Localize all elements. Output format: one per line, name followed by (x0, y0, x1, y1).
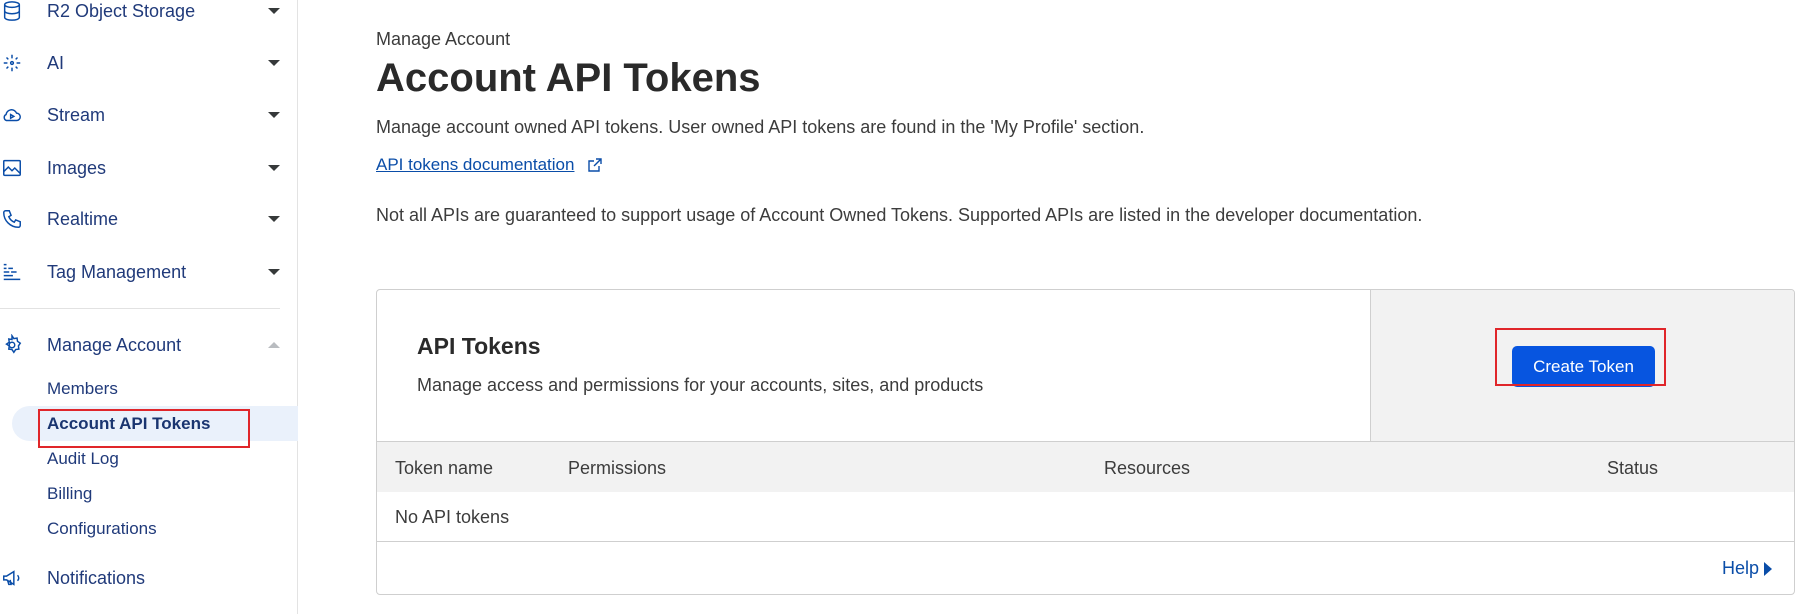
table-header: Token name Permissions Resources Status (377, 442, 1794, 492)
sidebar-item-manage-account[interactable]: Manage Account (0, 325, 297, 365)
database-icon (0, 0, 24, 23)
megaphone-icon (0, 566, 24, 590)
sidebar-subitem-members[interactable]: Members (47, 379, 118, 399)
compatibility-note: Not all APIs are guaranteed to support u… (376, 205, 1423, 225)
api-tokens-card: API Tokens Manage access and permissions… (376, 289, 1795, 595)
tag-list-icon (0, 260, 24, 284)
column-header-permissions: Permissions (568, 458, 667, 478)
caret-right-icon (1764, 561, 1772, 576)
sidebar-item-stream[interactable]: Stream (0, 95, 297, 135)
api-tokens-documentation-link[interactable]: API tokens documentation (376, 155, 574, 175)
sidebar-item-label: Notifications (47, 567, 146, 588)
sidebar-subitem-audit-log[interactable]: Audit Log (47, 449, 119, 469)
card-title: API Tokens (417, 333, 541, 359)
empty-state-text: No API tokens (395, 507, 510, 527)
highlight-box (1495, 328, 1666, 386)
sidebar-item-notifications[interactable]: Notifications (0, 558, 297, 598)
sidebar-item-label: Manage Account (47, 334, 182, 355)
table-row: No API tokens (377, 492, 1794, 542)
sidebar-item-r2-object-storage[interactable]: R2 Object Storage (0, 0, 297, 31)
card-subtitle: Manage access and permissions for your a… (417, 375, 984, 395)
column-header-resources: Resources (1104, 458, 1191, 478)
chevron-down-icon[interactable] (268, 112, 280, 118)
chevron-down-icon[interactable] (268, 269, 280, 275)
sidebar-item-label: AI (47, 52, 65, 73)
sidebar-item-label: Images (47, 157, 107, 178)
chevron-down-icon[interactable] (268, 165, 280, 171)
gear-icon (0, 333, 24, 357)
sidebar: R2 Object Storage AI Stream Images Realt… (0, 0, 298, 614)
help-label: Help (1721, 558, 1759, 578)
page-title: Account API Tokens (376, 56, 761, 100)
sidebar-item-tag-management[interactable]: Tag Management (0, 252, 297, 292)
sidebar-subitem-configurations[interactable]: Configurations (47, 519, 157, 539)
image-icon (0, 156, 24, 180)
sidebar-subitem-billing[interactable]: Billing (47, 484, 92, 504)
sidebar-item-label: Stream (47, 104, 106, 125)
column-header-status: Status (1607, 458, 1659, 478)
column-header-token-name: Token name (395, 458, 494, 478)
chevron-down-icon[interactable] (268, 216, 280, 222)
sidebar-item-ai[interactable]: AI (0, 43, 297, 83)
highlight-box (38, 409, 250, 448)
card-actions: Create Token (1371, 290, 1794, 442)
chevron-down-icon[interactable] (268, 8, 280, 14)
sidebar-item-label: Tag Management (47, 261, 187, 282)
sidebar-divider (0, 308, 280, 309)
phone-icon (0, 207, 24, 231)
breadcrumb[interactable]: Manage Account (376, 29, 510, 50)
card-header: API Tokens Manage access and permissions… (377, 290, 1371, 442)
external-link-icon (587, 157, 603, 173)
page-description: Manage account owned API tokens. User ow… (376, 117, 1145, 137)
sidebar-item-label: R2 Object Storage (47, 0, 196, 21)
help-link[interactable]: Help (1722, 558, 1772, 579)
sidebar-item-label: Realtime (47, 208, 119, 229)
ai-sparkle-icon (0, 51, 24, 75)
sidebar-item-realtime[interactable]: Realtime (0, 199, 297, 239)
sidebar-item-images[interactable]: Images (0, 148, 297, 188)
chevron-down-icon[interactable] (268, 60, 280, 66)
cloud-play-icon (0, 103, 24, 127)
chevron-up-icon[interactable] (268, 342, 280, 348)
